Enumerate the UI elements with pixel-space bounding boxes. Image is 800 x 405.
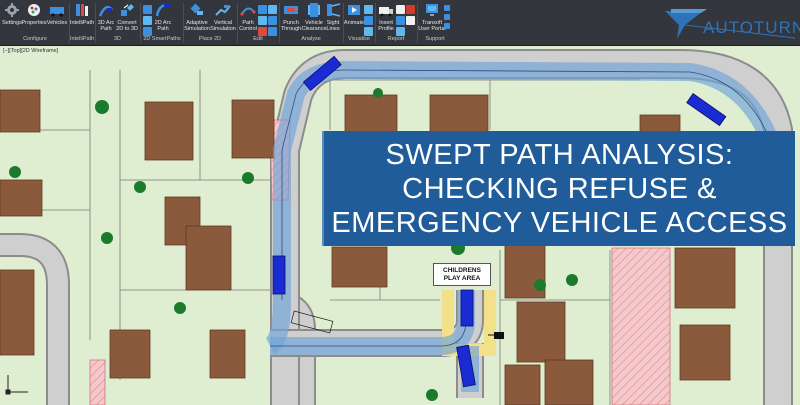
user-portal-label: Transoft User Portal — [418, 20, 446, 32]
convert-icon — [118, 1, 136, 19]
edit-tool-icon[interactable] — [268, 5, 277, 14]
smartpath-tool-icon[interactable] — [143, 5, 152, 14]
2d-arc-path-label: 2D Arc Path — [154, 20, 172, 32]
edit-tool-icon[interactable] — [268, 27, 277, 36]
group-label-intellipath: IntelliPath — [70, 36, 95, 42]
title-banner: SWEPT PATH ANALYSIS: CHECKING REFUSE & E… — [322, 131, 795, 246]
viewport-controls[interactable]: [−][Top][2D Wireframe] — [3, 48, 58, 54]
hatched-area — [611, 247, 671, 405]
punch-through-icon — [282, 1, 300, 19]
vertical-simulation-label: Vertical Simulation — [210, 20, 236, 32]
group-label-2d-smartpaths: 2D SmartPaths — [143, 36, 181, 42]
vertical-simulation-button[interactable]: Vertical Simulation — [210, 1, 236, 32]
properties-icon — [25, 1, 43, 19]
banner-line-2: CHECKING REFUSE & — [402, 172, 717, 205]
insert-profile-icon — [377, 1, 395, 19]
vertical-simulation-icon — [214, 1, 232, 19]
play-area-line-1: CHILDRENS — [443, 266, 481, 274]
animate-label: Animate — [343, 20, 365, 26]
sight-lines-button[interactable]: Sight Lines — [324, 1, 342, 32]
insert-profile-button[interactable]: Insert Profile — [376, 1, 396, 32]
settings-button[interactable]: Settings — [2, 1, 22, 26]
user-portal-button[interactable]: Transoft User Portal — [418, 1, 446, 32]
intellipath-button[interactable]: IntelliPath — [70, 1, 94, 26]
adaptive-simulation-button[interactable]: Adaptive Simulation — [184, 1, 210, 32]
group-label-support: Support — [425, 36, 445, 42]
2d-arc-path-button[interactable]: 2D Arc Path — [152, 1, 174, 32]
path-control-label: Path Control — [239, 20, 257, 32]
autoturn-logo-text: AUTOTURN — [703, 18, 800, 37]
settings-label: Settings — [2, 20, 22, 26]
report-tool-icon[interactable] — [396, 27, 405, 36]
bin-store-icon — [494, 332, 504, 339]
group-label-place-2d: Place 2D — [198, 36, 222, 42]
edit-tool-icon[interactable] — [258, 16, 267, 25]
convert-label: Convert 2D to 3D — [116, 20, 138, 32]
punch-through-label: Punch Through — [280, 20, 302, 32]
3d-arc-path-icon — [97, 1, 115, 19]
edit-tool-icon[interactable] — [258, 5, 267, 14]
banner-line-3: EMERGENCY VEHICLE ACCESS — [331, 206, 788, 239]
sight-lines-label: Sight Lines — [326, 20, 340, 32]
2d-arc-path-icon — [154, 1, 172, 19]
settings-icon — [3, 1, 21, 19]
visualise-tool-icon[interactable] — [364, 27, 373, 36]
sight-lines-icon — [324, 1, 342, 19]
delete-tool-icon[interactable] — [258, 27, 267, 36]
punch-through-button[interactable]: Punch Through — [280, 1, 302, 32]
group-label-3d: 3D — [113, 36, 122, 42]
hatched-area — [89, 359, 106, 405]
info-icon[interactable] — [444, 14, 450, 20]
3d-arc-path-button[interactable]: 3D Arc Path — [96, 1, 116, 32]
ucs-axis-icon — [5, 375, 28, 395]
convert-2d-to-3d-button[interactable]: Convert 2D to 3D — [115, 1, 139, 32]
vehicle-clearance-label: Vehicle Clearance — [301, 20, 327, 32]
visualise-tool-icon[interactable] — [364, 5, 373, 14]
report-tool-icon[interactable] — [406, 16, 415, 25]
group-separator — [140, 3, 141, 43]
group-label-report: Report — [387, 36, 405, 42]
vehicles-button[interactable]: Vehicles — [46, 1, 68, 26]
group-label-configure: Configure — [23, 36, 47, 42]
edit-tool-icon[interactable] — [268, 16, 277, 25]
properties-label: Properties — [21, 20, 47, 26]
smartpath-tool-icon[interactable] — [143, 16, 152, 25]
path-control-icon — [239, 1, 257, 19]
childrens-play-area-label: CHILDRENS PLAY AREA — [433, 263, 491, 286]
update-icon[interactable] — [444, 23, 450, 29]
report-tool-icon[interactable] — [396, 16, 405, 25]
animate-button[interactable]: Animate — [344, 1, 364, 26]
group-label-visualise: Visualise — [348, 36, 370, 42]
help-icon[interactable] — [444, 5, 450, 11]
pdf-report-icon[interactable] — [406, 5, 415, 14]
play-area-line-2: PLAY AREA — [443, 274, 481, 282]
animate-icon — [345, 1, 363, 19]
smartpath-tool-icon[interactable] — [143, 27, 152, 36]
visualise-tool-icon[interactable] — [364, 16, 373, 25]
ribbon-toolbar: Settings Properties Vehicles Configure I… — [0, 0, 800, 46]
vehicle-clearance-icon — [305, 1, 323, 19]
vehicle-clearance-button[interactable]: Vehicle Clearance — [301, 1, 327, 32]
path-control-button[interactable]: Path Control — [238, 1, 258, 32]
adaptive-simulation-label: Adaptive Simulation — [184, 20, 210, 32]
user-portal-icon — [423, 1, 441, 19]
3d-arc-path-label: 3D Arc Path — [97, 20, 115, 32]
intellipath-icon — [73, 1, 91, 19]
vehicles-label: Vehicles — [46, 20, 68, 26]
adaptive-simulation-icon — [188, 1, 206, 19]
properties-button[interactable]: Properties — [21, 1, 47, 26]
intellipath-label: IntelliPath — [69, 20, 95, 26]
banner-line-1: SWEPT PATH ANALYSIS: — [385, 138, 734, 171]
insert-profile-label: Insert Profile — [378, 20, 394, 32]
report-tool-icon[interactable] — [396, 5, 405, 14]
group-label-edit: Edit — [253, 36, 263, 42]
group-label-analyse: Analyse — [301, 36, 321, 42]
vehicles-icon — [48, 1, 66, 19]
